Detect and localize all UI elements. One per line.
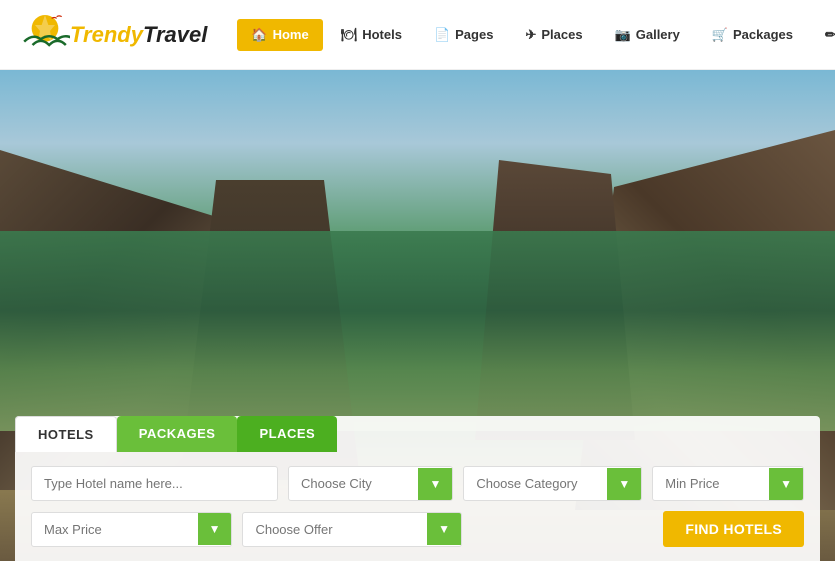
offer-dropdown-button[interactable]: ▼ bbox=[427, 513, 461, 545]
offer-input[interactable] bbox=[243, 513, 427, 546]
max-price-input[interactable] bbox=[32, 513, 198, 546]
nav-pages[interactable]: 📄 Pages bbox=[420, 19, 508, 51]
packages-icon: 🛒 bbox=[712, 27, 728, 43]
hero-section: HOTELS PACKAGES PLACES ▼ bbox=[0, 70, 835, 561]
min-price-input[interactable] bbox=[653, 467, 769, 500]
main-nav: 🏠 Home 🍽 Hotels 📄 Pages ✈ Places 📷 Galle… bbox=[237, 19, 835, 51]
category-input[interactable] bbox=[464, 467, 607, 500]
offer-field: ▼ bbox=[242, 512, 462, 547]
chevron-down-icon: ▼ bbox=[209, 522, 221, 536]
min-price-dropdown-button[interactable]: ▼ bbox=[769, 468, 803, 500]
search-container: HOTELS PACKAGES PLACES ▼ bbox=[15, 416, 820, 561]
tab-places[interactable]: PLACES bbox=[237, 416, 337, 452]
logo-icon bbox=[20, 10, 70, 60]
category-dropdown-button[interactable]: ▼ bbox=[607, 468, 641, 500]
max-price-field: ▼ bbox=[31, 512, 232, 547]
nav-hotels[interactable]: 🍽 Hotels bbox=[327, 19, 416, 51]
search-row-2: ▼ ▼ FIND HOTELS bbox=[31, 511, 804, 547]
nav-home[interactable]: 🏠 Home bbox=[237, 19, 322, 51]
gallery-icon: 📷 bbox=[615, 27, 631, 43]
vegetation-mid bbox=[0, 231, 835, 431]
nav-places[interactable]: ✈ Places bbox=[511, 19, 596, 51]
logo-text: TrendyTravel bbox=[70, 22, 207, 48]
hotel-icon: 🍽 bbox=[341, 27, 358, 43]
header: TrendyTravel 🏠 Home 🍽 Hotels 📄 Pages ✈ P… bbox=[0, 0, 835, 70]
max-price-dropdown-button[interactable]: ▼ bbox=[198, 513, 232, 545]
home-icon: 🏠 bbox=[251, 27, 267, 43]
hotel-name-field bbox=[31, 466, 278, 501]
nav-gallery[interactable]: 📷 Gallery bbox=[601, 19, 694, 51]
city-dropdown-button[interactable]: ▼ bbox=[418, 468, 452, 500]
pages-icon: 📄 bbox=[434, 27, 450, 43]
nav-packages[interactable]: 🛒 Packages bbox=[698, 19, 807, 51]
city-field: ▼ bbox=[288, 466, 453, 501]
nav-blog[interactable]: ✏ Blog bbox=[811, 19, 835, 51]
chevron-down-icon: ▼ bbox=[780, 477, 792, 491]
search-row-1: ▼ ▼ ▼ bbox=[31, 466, 804, 501]
min-price-field: ▼ bbox=[652, 466, 804, 501]
chevron-down-icon: ▼ bbox=[429, 477, 441, 491]
chevron-down-icon: ▼ bbox=[438, 522, 450, 536]
tab-hotels[interactable]: HOTELS bbox=[15, 416, 117, 452]
find-hotels-button[interactable]: FIND HOTELS bbox=[663, 511, 804, 547]
search-fields: ▼ ▼ ▼ bbox=[15, 452, 820, 561]
places-icon: ✈ bbox=[525, 27, 536, 43]
logo: TrendyTravel bbox=[20, 10, 207, 60]
hotel-name-input[interactable] bbox=[32, 467, 277, 500]
search-tabs: HOTELS PACKAGES PLACES bbox=[15, 416, 820, 452]
tab-packages[interactable]: PACKAGES bbox=[117, 416, 238, 452]
chevron-down-icon: ▼ bbox=[618, 477, 630, 491]
blog-icon: ✏ bbox=[825, 27, 835, 43]
category-field: ▼ bbox=[463, 466, 642, 501]
city-input[interactable] bbox=[289, 467, 418, 500]
